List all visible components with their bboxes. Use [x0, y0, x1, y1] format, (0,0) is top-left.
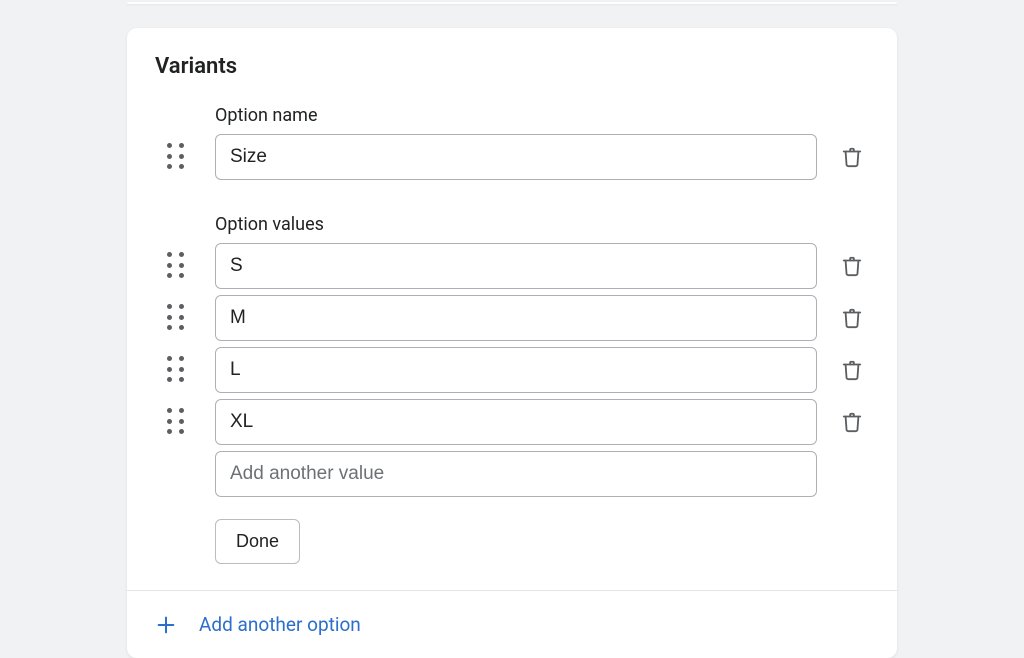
trash-icon: [841, 411, 863, 433]
delete-value-button[interactable]: [837, 355, 867, 385]
drag-handle-icon[interactable]: [167, 408, 185, 436]
add-value-input[interactable]: [215, 451, 817, 497]
plus-icon: [155, 614, 177, 636]
delete-value-button[interactable]: [837, 251, 867, 281]
delete-option-button[interactable]: [837, 142, 867, 172]
option-value-input[interactable]: [215, 347, 817, 393]
drag-handle-icon[interactable]: [167, 143, 185, 171]
drag-handle-icon[interactable]: [167, 304, 185, 332]
card-footer: Add another option: [127, 590, 897, 658]
add-option-link[interactable]: Add another option: [199, 613, 361, 636]
drag-handle-icon[interactable]: [167, 252, 185, 280]
option-value-row: [155, 399, 869, 445]
option-name-label: Option name: [215, 105, 869, 126]
trash-icon: [841, 307, 863, 329]
previous-card-edge: [127, 2, 897, 4]
trash-icon: [841, 359, 863, 381]
option-value-row: [155, 347, 869, 393]
variants-card: Variants Option name: [127, 28, 897, 658]
option-name-input[interactable]: [215, 134, 817, 180]
trash-icon: [841, 255, 863, 277]
section-title: Variants: [155, 54, 869, 79]
option-value-input[interactable]: [215, 243, 817, 289]
done-button[interactable]: Done: [215, 519, 300, 564]
option-value-input[interactable]: [215, 399, 817, 445]
option-values-list: [155, 243, 869, 451]
delete-value-button[interactable]: [837, 303, 867, 333]
trash-icon: [841, 146, 863, 168]
option-values-label: Option values: [215, 214, 869, 235]
delete-value-button[interactable]: [837, 407, 867, 437]
option-value-input[interactable]: [215, 295, 817, 341]
option-value-row: [155, 243, 869, 289]
drag-handle-icon[interactable]: [167, 356, 185, 384]
option-value-row: [155, 295, 869, 341]
